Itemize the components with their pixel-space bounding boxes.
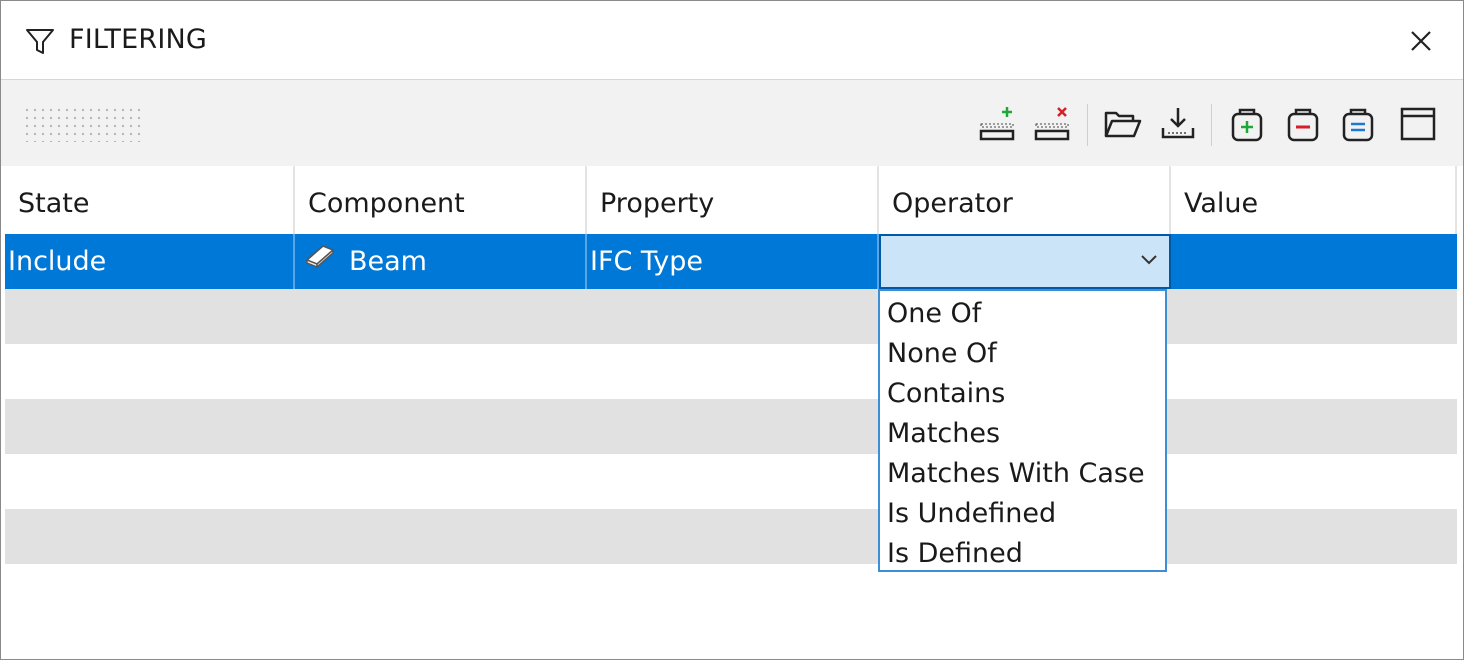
close-button[interactable] [1401, 21, 1441, 61]
title-bar: FILTERING [1, 1, 1463, 80]
add-set-button[interactable] [1225, 104, 1267, 144]
add-row-icon [979, 107, 1015, 141]
window-panel-icon [1400, 107, 1436, 141]
table-row[interactable] [5, 344, 1457, 399]
dropdown-option-contains[interactable]: Contains [887, 374, 1005, 414]
cell-value[interactable] [1171, 234, 1457, 289]
dropdown-option-one-of[interactable]: One Of [887, 294, 981, 334]
beam-icon [303, 232, 337, 287]
edit-set-button[interactable] [1336, 104, 1378, 144]
dropdown-option-matches[interactable]: Matches [887, 414, 1000, 454]
window-title: FILTERING [69, 24, 208, 55]
operator-combobox[interactable] [879, 234, 1171, 289]
table-row-selected[interactable]: Include Beam IFC Type [5, 234, 1457, 289]
filtering-window: FILTERING State Component Property Opera… [0, 0, 1464, 660]
cell-component-label: Beam [349, 246, 427, 277]
grid-header: State Component Property Operator Value [5, 166, 1457, 234]
header-state[interactable]: State [5, 166, 295, 234]
panel-layout-button[interactable] [1397, 104, 1439, 144]
close-icon [1411, 31, 1431, 51]
save-button[interactable] [1157, 104, 1199, 144]
toolbar [1, 80, 1463, 166]
header-value[interactable]: Value [1171, 166, 1457, 234]
delete-row-button[interactable] [1030, 104, 1072, 144]
cell-state[interactable]: Include [5, 234, 295, 289]
remove-set-icon [1287, 108, 1319, 142]
toolbar-separator [1087, 104, 1088, 146]
header-operator[interactable]: Operator [879, 166, 1171, 234]
cell-property[interactable]: IFC Type [587, 234, 879, 289]
dropdown-option-is-undefined[interactable]: Is Undefined [887, 494, 1056, 534]
add-set-icon [1231, 108, 1263, 142]
dropdown-option-is-defined[interactable]: Is Defined [887, 534, 1023, 574]
table-row[interactable] [5, 454, 1457, 509]
operator-dropdown-list: One Of None Of Contains Matches Matches … [878, 289, 1167, 572]
filter-funnel-icon [25, 27, 55, 57]
table-row[interactable] [5, 289, 1457, 344]
table-row[interactable] [5, 399, 1457, 454]
dropdown-option-matches-with-case[interactable]: Matches With Case [887, 454, 1145, 494]
open-folder-icon [1104, 111, 1142, 138]
header-component[interactable]: Component [295, 166, 587, 234]
toolbar-separator [1211, 104, 1212, 146]
open-button[interactable] [1101, 104, 1143, 144]
save-download-icon [1161, 108, 1195, 139]
chevron-down-icon [1141, 255, 1157, 265]
edit-set-icon [1342, 108, 1374, 142]
table-row[interactable] [5, 509, 1457, 564]
dropdown-option-none-of[interactable]: None Of [887, 334, 997, 374]
cell-component[interactable]: Beam [295, 234, 587, 289]
toolbar-grip-handle[interactable] [23, 106, 143, 142]
remove-set-button[interactable] [1281, 104, 1323, 144]
delete-row-icon [1034, 107, 1070, 141]
add-row-button[interactable] [975, 104, 1017, 144]
header-property[interactable]: Property [587, 166, 879, 234]
